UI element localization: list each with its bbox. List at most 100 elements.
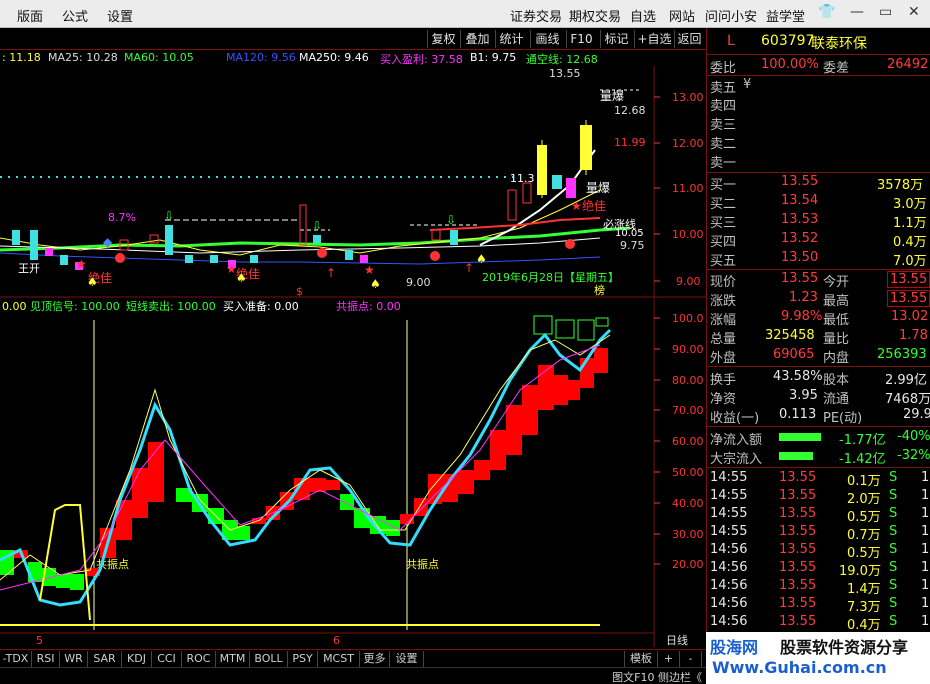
stat-label: 最高: [823, 294, 850, 309]
d-line: [0, 334, 611, 581]
stats-button[interactable]: 统计: [495, 30, 527, 48]
tick-price: 13.55: [779, 470, 817, 485]
tick-side: S: [889, 470, 898, 485]
tab-kdj[interactable]: KDJ: [122, 651, 152, 667]
buy-level-vol: 1.1万: [893, 216, 927, 231]
tick-vol: 19.0万: [839, 564, 881, 579]
tab-sar[interactable]: SAR: [88, 651, 122, 667]
tab-roc[interactable]: ROC: [182, 651, 216, 667]
tab-psy[interactable]: PSY: [288, 651, 318, 667]
menu-settings[interactable]: 设置: [107, 6, 133, 25]
stock-name: 联泰环保: [811, 36, 867, 52]
menu-ask[interactable]: 问问小安: [705, 6, 757, 25]
restore-icon[interactable]: ▭: [879, 4, 892, 20]
flow-bar: [779, 433, 821, 441]
menu-watchlist[interactable]: 自选: [630, 6, 656, 25]
back-button[interactable]: 返回: [674, 30, 704, 48]
chart-area[interactable]: 13.00 12.00 11.00 10.00 9.00 13.55 量爆 12…: [0, 50, 706, 650]
tick-time: 14:56: [710, 596, 748, 611]
stat-label: 流通: [823, 392, 850, 407]
dollar-icon: $: [296, 285, 303, 298]
minimize-icon[interactable]: —: [850, 4, 864, 20]
sidebar-toggle[interactable]: 图文F10 侧边栏《: [612, 669, 702, 684]
menu-stock-trade[interactable]: 证券交易: [510, 6, 562, 25]
stat-label: 现价: [710, 275, 737, 290]
tick-count: 1: [921, 542, 930, 557]
tick-time: 14:55: [710, 524, 748, 539]
tab-mtm[interactable]: MTM: [216, 651, 250, 667]
template-button[interactable]: 模板: [624, 651, 658, 667]
sell-level-label: 卖五: [710, 81, 737, 96]
zoom-in-button[interactable]: +: [658, 651, 680, 667]
stat-label: 量比: [823, 332, 850, 347]
ind-tick: 90.00: [672, 343, 704, 356]
buy-level-label: 买三: [710, 216, 737, 231]
tick-side: S: [889, 524, 898, 539]
buy-level-label: 买四: [710, 235, 737, 250]
tab-cci[interactable]: CCI: [152, 651, 182, 667]
tick-count: 1: [921, 560, 930, 575]
menu-option-trade[interactable]: 期权交易: [569, 6, 621, 25]
ind-value: 共振点: 0.00: [336, 299, 401, 313]
menu-formula[interactable]: 公式: [62, 6, 88, 25]
sell-level-label: 卖三: [710, 118, 737, 133]
tab-mcst[interactable]: MCST: [318, 651, 360, 667]
tab-rsi[interactable]: RSI: [32, 651, 60, 667]
star-icon: ★: [76, 257, 87, 271]
tab-tdx[interactable]: -TDX: [0, 651, 32, 667]
high-label: 13.55: [549, 67, 581, 80]
sell-level-label: 卖一: [710, 156, 737, 171]
tick-vol: 0.4万: [847, 618, 881, 633]
tick-side: S: [889, 614, 898, 629]
tick-time: 14:55: [710, 470, 748, 485]
close-icon[interactable]: ✕: [908, 4, 920, 20]
add-watchlist-button[interactable]: +自选: [634, 30, 674, 48]
money-bag-icon: ♠: [370, 277, 381, 291]
buy-level-price: 13.52: [781, 231, 819, 246]
money-bag-icon: ♠: [236, 271, 247, 285]
tick-price: 13.55: [779, 524, 817, 539]
buy-level-price: 13.50: [781, 250, 819, 265]
menu-layout[interactable]: 版面: [17, 6, 43, 25]
fuquan-button[interactable]: 复权: [427, 30, 459, 48]
f10-button[interactable]: F10: [566, 30, 596, 48]
stat-label: 涨跌: [710, 294, 737, 309]
ind-tick: 100.0: [672, 312, 704, 325]
stat-value: 13.55: [887, 290, 930, 307]
level-label: 11.3: [510, 172, 535, 185]
tick-count: 1: [921, 506, 930, 521]
tab-boll[interactable]: BOLL: [250, 651, 288, 667]
tick-side: S: [889, 506, 898, 521]
tick-count: 1: [921, 524, 930, 539]
sell-level-label: 卖四: [710, 99, 737, 114]
diamond-icon: ◆: [103, 235, 113, 249]
tick-side: S: [889, 542, 898, 557]
tab-more[interactable]: 更多: [360, 651, 390, 667]
ind-tick: 70.00: [672, 404, 704, 417]
mark-label: L: [727, 33, 735, 49]
ind-tick: 80.00: [672, 374, 704, 387]
mark-button[interactable]: 标记: [600, 30, 632, 48]
menu-learn[interactable]: 益学堂: [766, 6, 805, 25]
period-label[interactable]: 日线: [666, 633, 688, 647]
zoom-out-button[interactable]: -: [680, 651, 702, 667]
tab-wr[interactable]: WR: [60, 651, 88, 667]
tick-side: S: [889, 578, 898, 593]
tick-side: S: [889, 560, 898, 575]
shirt-icon[interactable]: 👕: [818, 4, 835, 20]
watermark-slogan: 股票软件资源分享: [780, 638, 909, 657]
stat-value: 3.95: [789, 388, 818, 403]
watermark-site: 股海网: [710, 638, 759, 657]
overlay-button[interactable]: 叠加: [460, 30, 494, 48]
tick-count: 1: [921, 488, 930, 503]
buy-level-vol: 0.4万: [893, 235, 927, 250]
menu-website[interactable]: 网站: [669, 6, 695, 25]
draw-line-button[interactable]: 画线: [530, 30, 564, 48]
tab-settings[interactable]: 设置: [390, 651, 424, 667]
buy-marker-icon: [430, 251, 440, 261]
tick-count: 1: [921, 596, 930, 611]
tick-row: 14:56 13.55 0.5万 S 1: [707, 542, 930, 561]
down-arrow-icon: ⇩: [446, 213, 456, 227]
tick-time: 14:56: [710, 614, 748, 629]
wang-label: 王开: [18, 262, 40, 275]
